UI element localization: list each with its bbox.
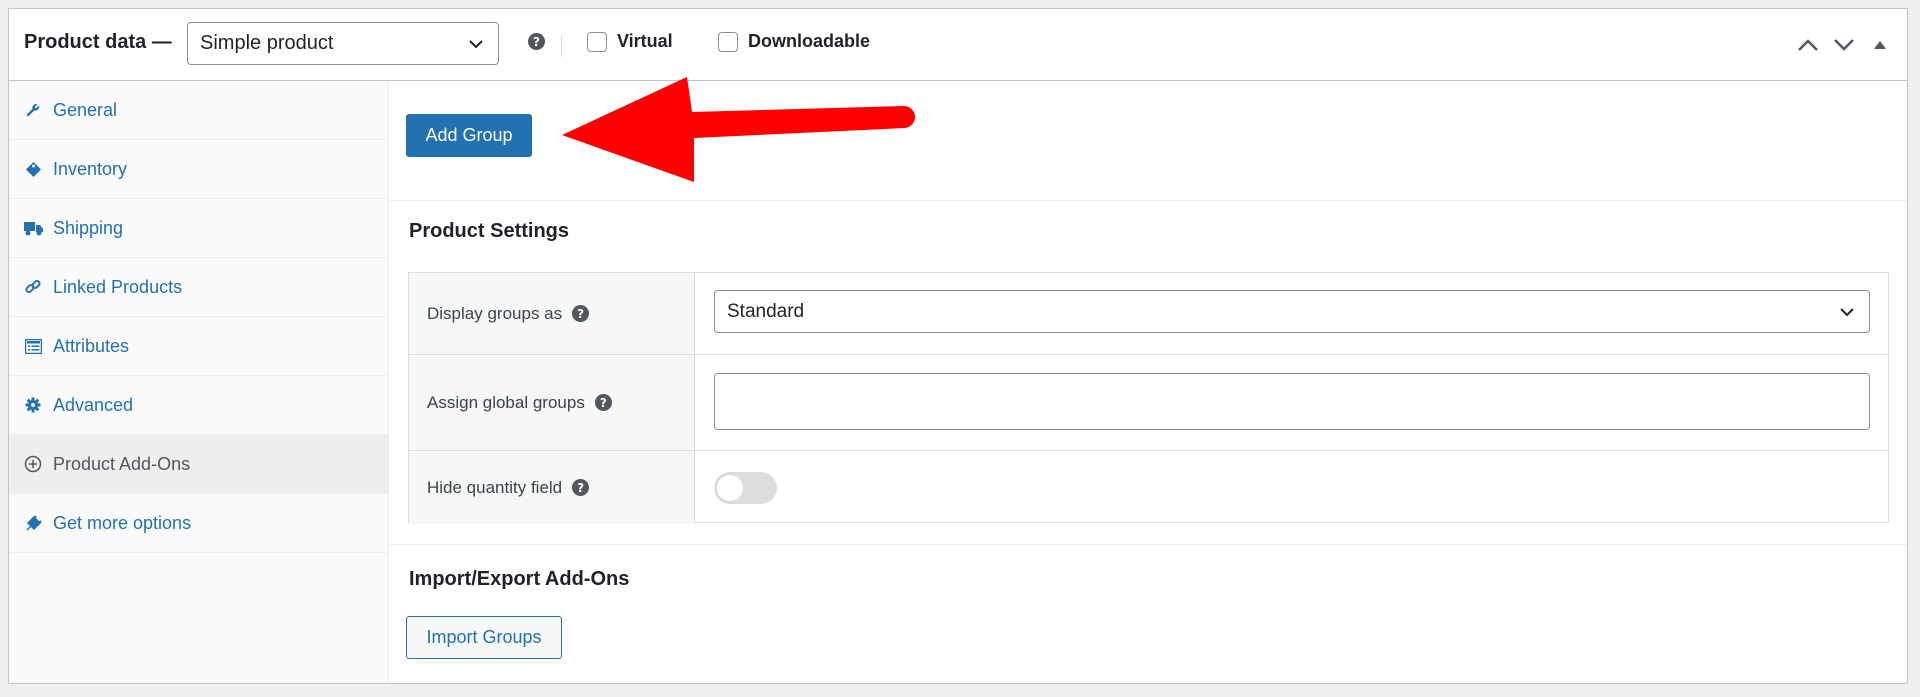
display-groups-field-cell: Standard [695, 273, 1888, 354]
display-groups-select[interactable]: Standard [714, 290, 1870, 333]
product-settings-title: Product Settings [409, 220, 570, 242]
link-icon [23, 277, 43, 297]
assign-global-label: Assign global groups [427, 392, 585, 412]
divider [389, 544, 1907, 545]
display-groups-row: Display groups as ? Standard [409, 273, 1888, 355]
hide-quantity-row: Hide quantity field ? [409, 451, 1888, 524]
tab-label: Advanced [53, 394, 134, 415]
list-icon [23, 336, 43, 356]
tab-linked-products[interactable]: Linked Products [9, 258, 388, 317]
downloadable-label: Downloadable [748, 31, 871, 51]
product-type-select[interactable]: Simple product [187, 22, 499, 65]
help-icon[interactable]: ? [572, 305, 590, 322]
virtual-checkbox-wrap[interactable]: Virtual [587, 31, 673, 52]
hide-quantity-label-cell: Hide quantity field ? [409, 451, 695, 524]
product-settings-table: Display groups as ? Standard Assign glob… [408, 272, 1889, 524]
display-groups-label-cell: Display groups as ? [409, 273, 695, 354]
add-group-button[interactable]: Add Group [406, 114, 532, 157]
tab-label: Shipping [53, 217, 124, 238]
tab-label: General [53, 99, 118, 120]
panel-header: Product data — Simple product ? Virtual … [9, 9, 1907, 81]
move-down-icon[interactable] [1831, 33, 1857, 57]
add-ons-panel: Add Group Product Settings Display group… [389, 81, 1907, 683]
plus-circle-icon [23, 454, 43, 474]
plugin-icon [23, 513, 43, 533]
assign-global-groups-input[interactable] [714, 373, 1870, 430]
hide-quantity-toggle[interactable] [714, 472, 777, 504]
tab-advanced[interactable]: Advanced [9, 376, 388, 435]
header-separator [561, 35, 562, 57]
tab-label: Inventory [53, 158, 128, 179]
tab-product-add-ons[interactable]: Product Add-Ons [9, 435, 388, 494]
assign-global-groups-row: Assign global groups ? [409, 355, 1888, 451]
toggle-knob [717, 475, 743, 501]
tab-label: Get more options [53, 512, 192, 533]
tab-label: Product Add-Ons [53, 453, 191, 474]
chevron-down-icon [469, 40, 483, 49]
product-data-tabs: General Inventory Shipping Linked Produc… [9, 81, 389, 683]
gear-icon [23, 395, 43, 415]
display-groups-label: Display groups as [427, 303, 563, 323]
tab-get-more-options[interactable]: Get more options [9, 494, 388, 553]
virtual-label: Virtual [617, 31, 673, 51]
downloadable-checkbox[interactable] [718, 31, 738, 52]
divider [389, 200, 1907, 201]
downloadable-checkbox-wrap[interactable]: Downloadable [718, 31, 870, 52]
assign-global-field-cell [695, 355, 1888, 450]
hide-quantity-field-cell [695, 451, 1888, 524]
tag-icon [23, 159, 43, 179]
product-type-value: Simple product [200, 32, 334, 54]
import-groups-button[interactable]: Import Groups [406, 616, 562, 659]
tab-label: Linked Products [53, 276, 183, 297]
panel-controls [1795, 33, 1893, 57]
move-up-icon[interactable] [1795, 33, 1821, 57]
chevron-down-icon [1840, 308, 1854, 317]
hide-quantity-label: Hide quantity field [427, 477, 563, 497]
panel-title: Product data — [24, 31, 172, 53]
import-export-title: Import/Export Add-Ons [409, 568, 630, 590]
product-data-panel: Product data — Simple product ? Virtual … [8, 8, 1908, 684]
collapse-toggle-icon[interactable] [1867, 33, 1893, 57]
virtual-checkbox[interactable] [587, 31, 607, 52]
tab-label: Attributes [53, 335, 130, 356]
help-icon[interactable]: ? [594, 394, 612, 411]
display-groups-value: Standard [727, 300, 805, 322]
tab-inventory[interactable]: Inventory [9, 140, 388, 199]
wrench-icon [23, 100, 43, 120]
tab-general[interactable]: General [9, 81, 388, 140]
truck-icon [23, 218, 43, 238]
help-icon[interactable]: ? [572, 479, 590, 496]
tab-shipping[interactable]: Shipping [9, 199, 388, 258]
tab-attributes[interactable]: Attributes [9, 317, 388, 376]
assign-global-label-cell: Assign global groups ? [409, 355, 695, 450]
help-icon[interactable]: ? [528, 33, 545, 50]
